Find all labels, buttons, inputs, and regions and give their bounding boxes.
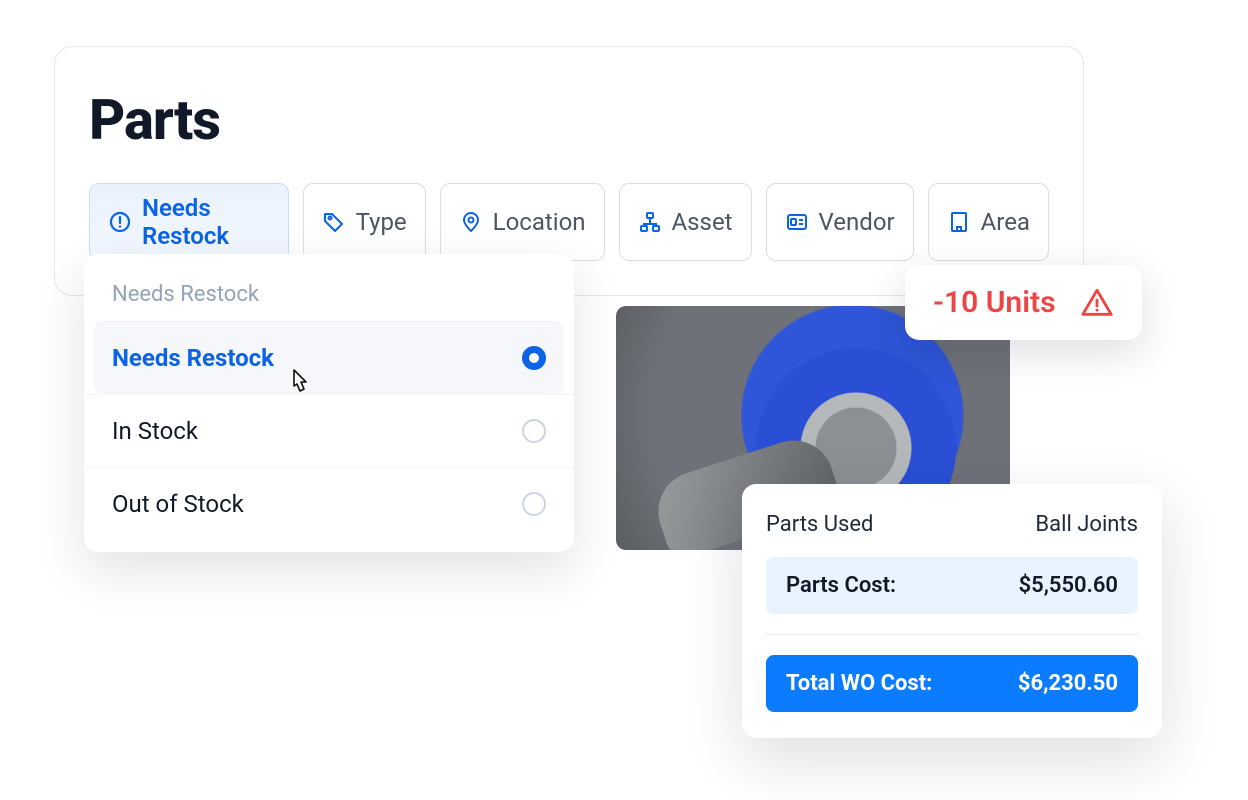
filter-vendor[interactable]: Vendor (766, 183, 914, 261)
cost-header-left: Parts Used (766, 512, 873, 537)
needs-restock-dropdown: Needs Restock Needs Restock In Stock Out… (84, 254, 574, 552)
parts-cost-label: Parts Cost: (786, 573, 896, 598)
id-card-icon (785, 210, 809, 234)
page-title: Parts (89, 87, 1049, 153)
filter-label: Needs Restock (142, 194, 270, 250)
filter-row: Needs Restock Type Location Asset Vendor (89, 183, 1049, 261)
filter-label: Asset (672, 208, 733, 236)
cost-divider (766, 634, 1138, 635)
dropdown-option-label: Out of Stock (112, 490, 244, 518)
stock-alert-text: -10 Units (933, 285, 1056, 320)
stock-alert-badge: -10 Units (905, 265, 1142, 340)
dropdown-option-out-of-stock[interactable]: Out of Stock (84, 467, 574, 540)
filter-location[interactable]: Location (440, 183, 605, 261)
parts-cost-row: Parts Cost: $5,550.60 (766, 557, 1138, 614)
filter-needs-restock[interactable]: Needs Restock (89, 183, 289, 261)
map-pin-icon (459, 210, 483, 234)
building-icon (947, 210, 971, 234)
warning-triangle-icon (1080, 286, 1114, 320)
alert-circle-icon (108, 210, 132, 234)
radio-unselected-icon (522, 492, 546, 516)
total-wo-cost-value: $6,230.50 (1018, 671, 1118, 696)
dropdown-option-in-stock[interactable]: In Stock (84, 394, 574, 467)
filter-area[interactable]: Area (928, 183, 1049, 261)
dropdown-option-label: In Stock (112, 417, 198, 445)
filter-type[interactable]: Type (303, 183, 426, 261)
sitemap-icon (638, 210, 662, 234)
cost-card-header: Parts Used Ball Joints (766, 512, 1138, 537)
parts-cost-value: $5,550.60 (1019, 573, 1118, 598)
total-wo-cost-label: Total WO Cost: (786, 671, 932, 696)
filter-label: Type (356, 208, 407, 236)
total-wo-cost-row: Total WO Cost: $6,230.50 (766, 655, 1138, 712)
filter-label: Area (981, 208, 1030, 236)
filter-asset[interactable]: Asset (619, 183, 752, 261)
dropdown-option-label: Needs Restock (112, 344, 274, 372)
filter-label: Location (493, 208, 586, 236)
tag-icon (322, 210, 346, 234)
dropdown-title: Needs Restock (84, 282, 574, 321)
radio-unselected-icon (522, 419, 546, 443)
dropdown-option-needs-restock[interactable]: Needs Restock (94, 321, 564, 394)
cost-header-right: Ball Joints (1035, 512, 1138, 537)
radio-selected-icon (522, 346, 546, 370)
cost-summary-card: Parts Used Ball Joints Parts Cost: $5,55… (742, 484, 1162, 738)
filter-label: Vendor (819, 208, 895, 236)
